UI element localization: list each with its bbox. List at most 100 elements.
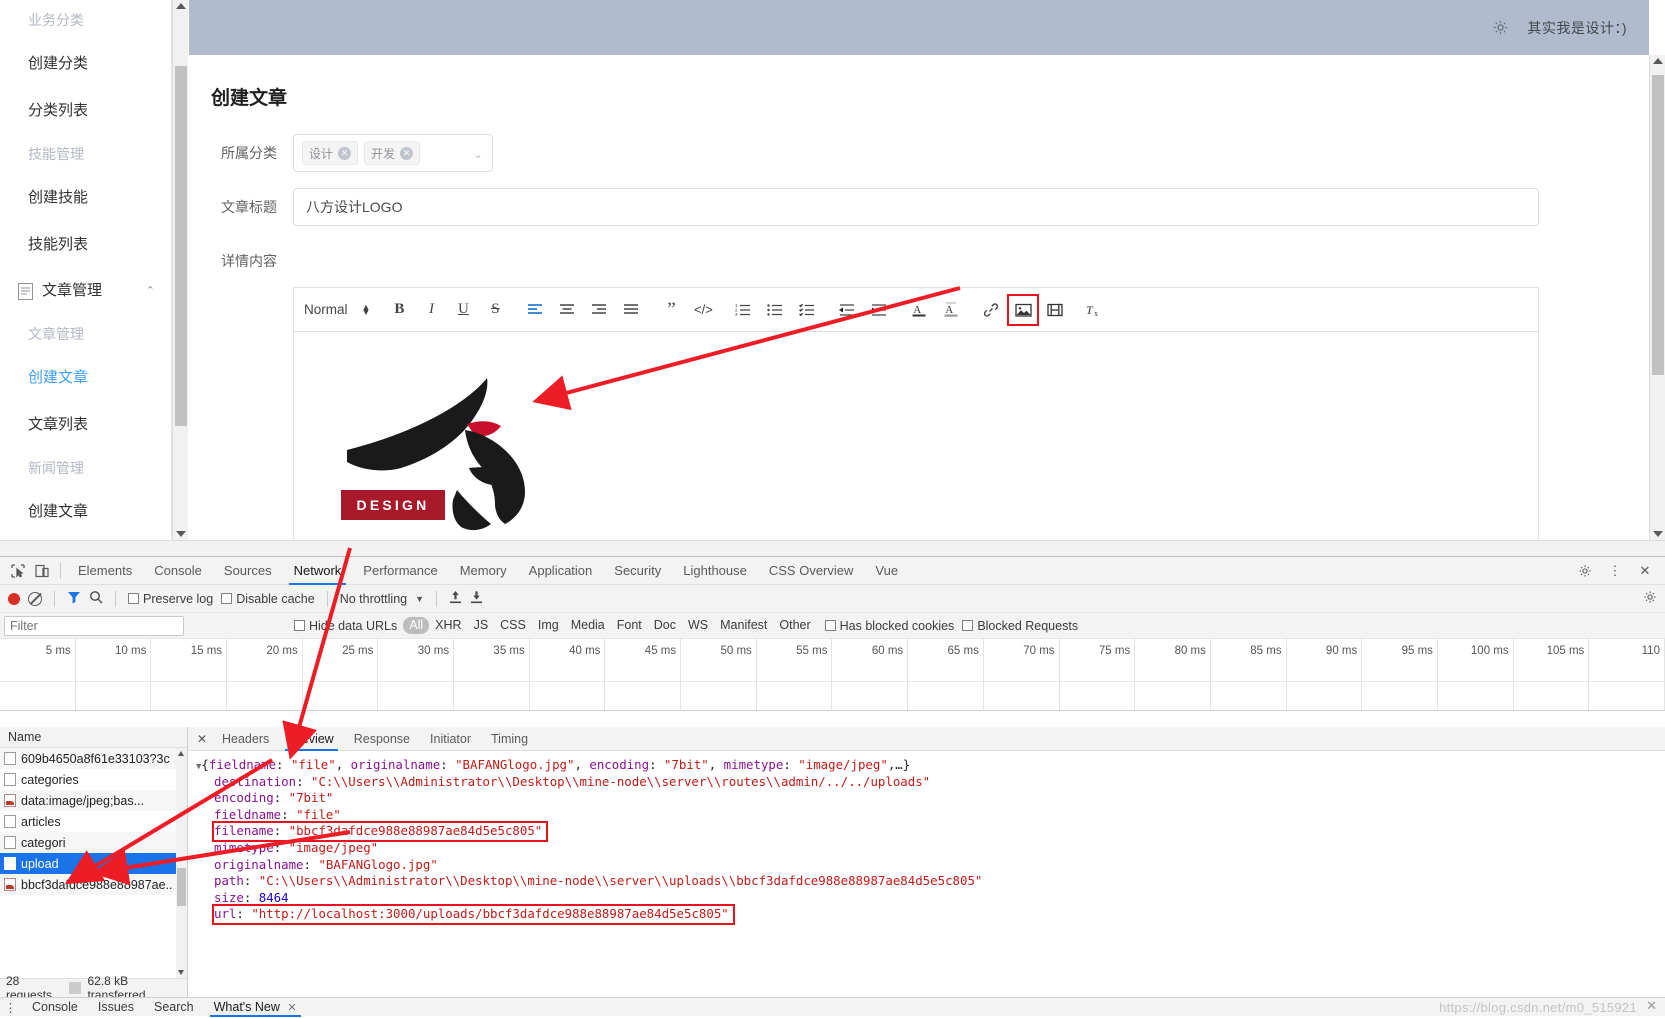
json-property-line-highlighted[interactable]: url: "http://localhost:3000/uploads/bbcf… bbox=[214, 906, 733, 923]
filter-icon[interactable] bbox=[67, 590, 81, 607]
scrollbar-thumb[interactable] bbox=[177, 868, 186, 906]
more-options-icon[interactable]: ⋮ bbox=[1603, 559, 1627, 583]
json-property-line[interactable]: fieldname: "file" bbox=[196, 807, 1665, 824]
scroll-up-arrow-icon[interactable] bbox=[176, 3, 186, 9]
json-property-line[interactable]: size: 8464 bbox=[196, 890, 1665, 907]
ordered-list-button[interactable]: 123 bbox=[730, 297, 756, 323]
filter-type-media[interactable]: Media bbox=[565, 617, 611, 634]
tab-memory[interactable]: Memory bbox=[449, 557, 518, 585]
filter-type-all[interactable]: All bbox=[403, 617, 429, 634]
json-property-line[interactable]: path: "C:\\Users\\Administrator\\Desktop… bbox=[196, 873, 1665, 890]
check-list-button[interactable] bbox=[794, 297, 820, 323]
request-row[interactable]: data:image/jpeg;bas... bbox=[0, 790, 187, 811]
filter-input[interactable] bbox=[4, 616, 184, 636]
checkbox-box[interactable] bbox=[825, 620, 836, 631]
bullet-list-button[interactable] bbox=[762, 297, 788, 323]
expand-triangle-icon[interactable]: ▼ bbox=[196, 762, 201, 772]
detail-tab-timing[interactable]: Timing bbox=[481, 727, 538, 751]
close-icon[interactable]: ✕ bbox=[287, 1002, 296, 1014]
scrollbar-thumb[interactable] bbox=[175, 66, 187, 426]
detail-tab-headers[interactable]: Headers bbox=[212, 727, 279, 751]
filter-type-img[interactable]: Img bbox=[532, 617, 565, 634]
updown-arrows-icon[interactable]: ▲▼ bbox=[362, 305, 371, 315]
checkbox-box[interactable] bbox=[221, 593, 232, 604]
filter-type-css[interactable]: CSS bbox=[494, 617, 532, 634]
tab-css-overview[interactable]: CSS Overview bbox=[758, 557, 865, 585]
tab-performance[interactable]: Performance bbox=[352, 557, 448, 585]
hide-data-urls-checkbox[interactable]: Hide data URLs bbox=[294, 619, 397, 633]
request-row[interactable]: bbcf3dafdce988e88987ae.. bbox=[0, 874, 187, 895]
underline-button[interactable]: U bbox=[450, 297, 476, 323]
drawer-tab-whats-new[interactable]: What's New ✕ bbox=[204, 998, 307, 1017]
filter-type-js[interactable]: JS bbox=[468, 617, 495, 634]
inserted-logo-image[interactable]: DESIGN bbox=[339, 372, 599, 540]
close-icon[interactable]: ✕ bbox=[1633, 559, 1657, 583]
filter-type-manifest[interactable]: Manifest bbox=[714, 617, 773, 634]
app-horizontal-scrollbar[interactable] bbox=[0, 540, 1665, 556]
filter-type-other[interactable]: Other bbox=[773, 617, 816, 634]
italic-button[interactable]: I bbox=[418, 297, 444, 323]
indent-button[interactable] bbox=[866, 297, 892, 323]
gear-icon[interactable] bbox=[1492, 19, 1509, 36]
sidebar-item-skill-list[interactable]: 技能列表 bbox=[0, 221, 171, 268]
align-justify-button[interactable] bbox=[618, 297, 644, 323]
request-list-column-header[interactable]: Name bbox=[0, 727, 187, 748]
json-property-line[interactable]: mimetype: "image/jpeg" bbox=[196, 840, 1665, 857]
json-property-line[interactable]: destination: "C:\\Users\\Administrator\\… bbox=[196, 774, 1665, 791]
request-row[interactable]: articles bbox=[0, 811, 187, 832]
blocked-requests-checkbox[interactable]: Blocked Requests bbox=[962, 619, 1078, 633]
scrollbar-thumb[interactable] bbox=[1652, 75, 1664, 375]
tab-network[interactable]: Network bbox=[283, 557, 353, 585]
json-property-line-highlighted[interactable]: filename: "bbcf3dafdce988e88987ae84d5e5c… bbox=[214, 823, 546, 840]
strikethrough-button[interactable]: S bbox=[482, 297, 508, 323]
checkbox-box[interactable] bbox=[294, 620, 305, 631]
format-select[interactable]: Normal ▲▼ bbox=[304, 302, 370, 317]
json-property-line[interactable]: originalname: "BAFANGlogo.jpg" bbox=[196, 857, 1665, 874]
import-har-icon[interactable] bbox=[449, 590, 462, 607]
sidebar-parent-article-management[interactable]: 文章管理 ⌃ bbox=[0, 268, 171, 314]
scroll-up-arrow-icon[interactable] bbox=[178, 751, 184, 756]
preserve-log-checkbox[interactable]: Preserve log bbox=[128, 592, 213, 606]
detail-tab-preview[interactable]: Preview bbox=[279, 727, 343, 751]
request-row[interactable]: categories bbox=[0, 769, 187, 790]
export-har-icon[interactable] bbox=[470, 590, 483, 607]
tag-remove-icon[interactable]: ✕ bbox=[338, 147, 351, 160]
drawer-tab-issues[interactable]: Issues bbox=[88, 998, 144, 1017]
tab-vue[interactable]: Vue bbox=[864, 557, 909, 585]
font-color-button[interactable]: A bbox=[906, 297, 932, 323]
sidebar-item-create-article[interactable]: 创建文章 bbox=[0, 354, 171, 401]
article-title-input[interactable] bbox=[293, 188, 1539, 226]
has-blocked-cookies-checkbox[interactable]: Has blocked cookies bbox=[825, 619, 955, 633]
outdent-button[interactable] bbox=[834, 297, 860, 323]
filter-type-ws[interactable]: WS bbox=[682, 617, 714, 634]
bold-button[interactable]: B bbox=[386, 297, 412, 323]
close-detail-icon[interactable]: ✕ bbox=[192, 732, 212, 746]
checkbox-box[interactable] bbox=[128, 593, 139, 604]
device-toolbar-icon[interactable] bbox=[30, 559, 54, 583]
detail-tab-initiator[interactable]: Initiator bbox=[420, 727, 481, 751]
request-row[interactable]: upload bbox=[0, 853, 187, 874]
json-summary-line[interactable]: ▼{fieldname: "file", originalname: "BAFA… bbox=[196, 757, 1665, 774]
tab-application[interactable]: Application bbox=[518, 557, 604, 585]
tag-remove-icon[interactable]: ✕ bbox=[400, 147, 413, 160]
scroll-down-arrow-icon[interactable] bbox=[176, 531, 186, 537]
sidebar-item-create-news-article[interactable]: 创建文章 bbox=[0, 488, 171, 535]
disable-cache-checkbox[interactable]: Disable cache bbox=[221, 592, 315, 606]
scroll-up-arrow-icon[interactable] bbox=[1653, 58, 1663, 64]
json-preview-tree[interactable]: ▼{fieldname: "file", originalname: "BAFA… bbox=[188, 751, 1665, 923]
scroll-down-arrow-icon[interactable] bbox=[1653, 531, 1663, 537]
blockquote-button[interactable]: ” bbox=[658, 297, 684, 323]
json-property-line[interactable]: encoding: "7bit" bbox=[196, 790, 1665, 807]
inspect-element-icon[interactable] bbox=[6, 559, 30, 583]
tab-console[interactable]: Console bbox=[143, 557, 213, 585]
filter-type-font[interactable]: Font bbox=[611, 617, 648, 634]
network-settings-icon[interactable] bbox=[1643, 590, 1665, 607]
filter-type-xhr[interactable]: XHR bbox=[429, 617, 467, 634]
tab-lighthouse[interactable]: Lighthouse bbox=[672, 557, 758, 585]
search-icon[interactable] bbox=[89, 590, 103, 607]
network-timeline-overview[interactable]: 5 ms10 ms15 ms20 ms25 ms30 ms35 ms40 ms4… bbox=[0, 639, 1665, 711]
sidebar-scrollbar[interactable] bbox=[172, 0, 188, 540]
link-button[interactable] bbox=[978, 297, 1004, 323]
insert-image-button[interactable] bbox=[1010, 297, 1036, 323]
insert-video-button[interactable] bbox=[1042, 297, 1068, 323]
